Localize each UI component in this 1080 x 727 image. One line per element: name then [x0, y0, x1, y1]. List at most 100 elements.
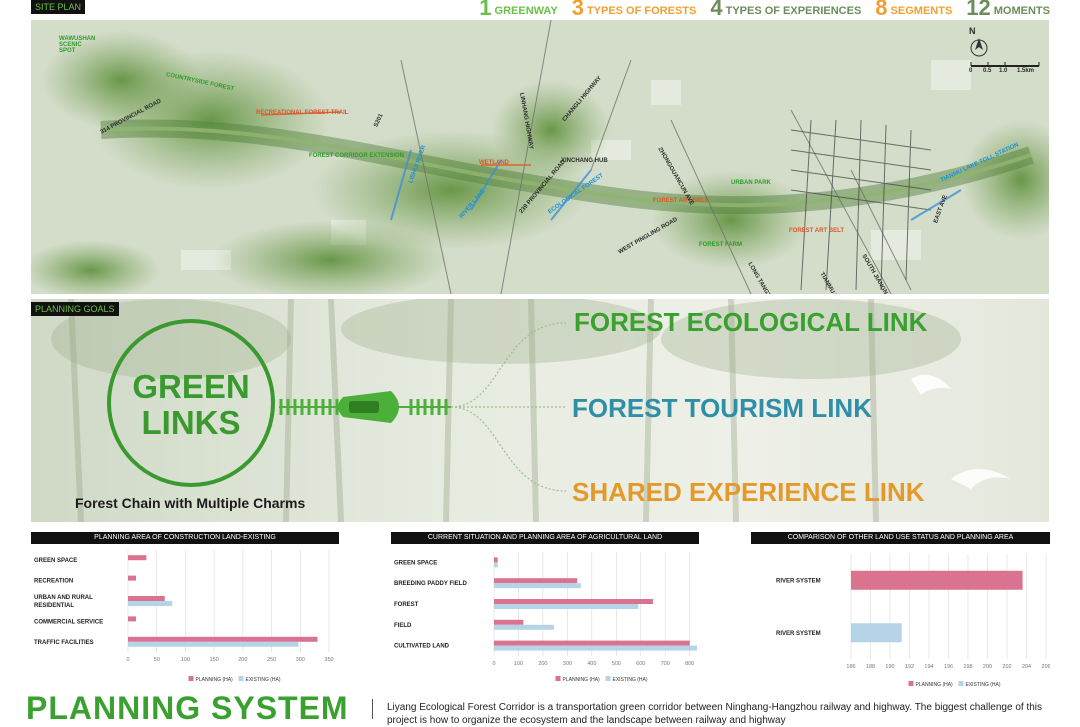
chart-other-land: COMPARISON OF OTHER LAND USE STATUS AND …	[751, 532, 1050, 692]
site-plan-tag: SITE PLAN	[31, 0, 86, 14]
x-tick-label: 206	[1041, 664, 1050, 670]
stat-item: 12 MOMENTS	[966, 0, 1050, 20]
link-shared-experience: SHARED EXPERIENCE LINK	[572, 477, 925, 507]
scale-05: 0.5	[983, 68, 992, 74]
bar-planning	[494, 619, 524, 625]
intro-paragraph: Liyang Ecological Forest Corridor is a t…	[387, 702, 1042, 726]
stat-item: 1 GREENWAY	[479, 0, 558, 20]
stat-text: TYPES OF EXPERIENCES	[725, 5, 862, 17]
map-label-wetland: WETLAND	[479, 160, 509, 166]
planning-goals-panel: PLANNING GOALS GREEN LINKS Forest Chain …	[31, 299, 1049, 522]
x-tick-label: 350	[324, 657, 333, 663]
category-label: RESIDENTIAL	[34, 603, 74, 609]
category-label: COMMERCIAL SERVICE	[34, 619, 103, 625]
stats-bar: 1 GREENWAY 3 TYPES OF FORESTS 4 TYPES OF EXPE…	[479, 0, 1050, 20]
x-tick-label: 800	[685, 661, 694, 667]
bar-existing	[494, 562, 498, 568]
x-tick-label: 0	[126, 657, 129, 663]
planning-goals-tag: PLANNING GOALS	[31, 302, 119, 316]
category-label: FIELD	[394, 623, 412, 629]
bar-planning	[128, 596, 165, 601]
link-forest-ecological: FOREST ECOLOGICAL LINK	[574, 307, 928, 337]
stat-number: 3	[571, 0, 584, 20]
bar-existing	[494, 645, 697, 651]
legend-swatch-planning	[908, 681, 914, 686]
stat-number: 8	[875, 0, 888, 20]
links-text: LINKS	[141, 404, 241, 441]
x-tick-label: 188	[866, 664, 875, 670]
chart-svg: 0 50 100 150 200 250 300 350 GREEN SPACE RECREATI…	[34, 550, 334, 683]
legend-swatch-existing	[238, 676, 244, 681]
x-tick-label: 200	[983, 664, 992, 670]
bar-planning	[128, 575, 137, 581]
legend-existing: EXISTING (HA)	[613, 677, 648, 683]
x-tick-label: 250	[267, 657, 276, 663]
bar-planning	[128, 616, 137, 622]
category-label: RIVER SYSTEM	[776, 578, 821, 584]
chart-svg: 0 100 200 300 400 500 600 700 800 GREEN SPACE BREE…	[394, 552, 697, 683]
x-tick-label: 186	[846, 664, 855, 670]
map-label-urban-park: URBAN PARK	[731, 180, 771, 186]
legend-planning: PLANNING (HA)	[563, 677, 601, 683]
bar-planning	[128, 636, 318, 642]
legend-existing: EXISTING (HA)	[966, 682, 1001, 688]
map-label-forest-ext: FOREST CORRIDOR EXTENSION	[309, 153, 405, 159]
category-label: RIVER SYSTEM	[776, 631, 821, 637]
stat-number: 4	[710, 0, 723, 20]
chart-construction-land: PLANNING AREA OF CONSTRUCTION LAND-EXIST…	[31, 532, 339, 687]
category-label: RECREATION	[34, 579, 73, 585]
scale-15: 1.5km	[1017, 68, 1035, 74]
divider	[372, 699, 373, 719]
stat-number: 12	[966, 0, 991, 20]
legend-existing: EXISTING (HA)	[246, 677, 281, 683]
site-plan-map: N 0 0.5 1.0 1.5km WAWUSHAN SCENIC SPOT 3…	[31, 20, 1049, 294]
bar-planning	[128, 555, 147, 561]
stat-text: SEGMENTS	[890, 5, 953, 17]
bar-planning	[494, 599, 653, 604]
map-label-forest-art: FOREST ART BELT	[653, 198, 708, 204]
category-label: CULTIVATED LAND	[394, 644, 450, 650]
x-tick-label: 196	[944, 664, 953, 670]
zipper-icon	[279, 391, 451, 423]
stat-number: 1	[479, 0, 492, 20]
map-label-xinchang: XINCHANG HUB	[561, 158, 608, 164]
x-tick-label: 198	[963, 664, 972, 670]
bar-planning	[494, 557, 498, 563]
green-text: GREEN	[132, 368, 250, 405]
category-label: FOREST	[394, 602, 419, 608]
map-label-wawushan: WAWUSHAN SCENIC SPOT	[59, 36, 96, 54]
bar-planning	[494, 640, 690, 646]
category-label: GREEN SPACE	[34, 558, 77, 564]
x-tick-label: 400	[587, 661, 596, 667]
x-tick-label: 150	[210, 657, 219, 663]
x-tick-label: 204	[1022, 664, 1031, 670]
bar-existing	[128, 641, 299, 647]
map-label-rec-forest: RECREATIONAL FOREST TRAIL	[256, 110, 349, 116]
legend-swatch-existing	[605, 676, 611, 681]
north-label: N	[969, 26, 976, 36]
x-tick-label: 190	[885, 664, 894, 670]
bar-planning	[494, 578, 578, 584]
bar-planning	[851, 570, 1023, 590]
stat-text: MOMENTS	[993, 5, 1050, 17]
bar-existing	[494, 604, 639, 609]
category-label: TRAFFIC FACILITIES	[34, 640, 94, 646]
stat-item: 8 SEGMENTS	[875, 0, 953, 20]
bar-existing	[128, 601, 173, 606]
stat-text: GREENWAY	[494, 5, 558, 17]
bar-existing	[494, 624, 554, 630]
x-tick-label: 500	[612, 661, 621, 667]
x-tick-label: 600	[636, 661, 645, 667]
category-label: BREEDING PADDY FIELD	[394, 581, 467, 587]
stat-item: 4 TYPES OF EXPERIENCES	[710, 0, 862, 20]
bar-existing	[851, 623, 902, 643]
map-graphic	[31, 20, 1049, 294]
map-label-forest-farm: FOREST FARM	[699, 242, 742, 248]
chart-agricultural-land: CURRENT SITUATION AND PLANNING AREA OF A…	[391, 532, 699, 687]
legend-swatch-planning	[188, 676, 194, 681]
legend-planning: PLANNING (HA)	[916, 682, 954, 688]
x-tick-label: 200	[238, 657, 247, 663]
x-tick-label: 700	[661, 661, 670, 667]
x-tick-label: 100	[514, 661, 523, 667]
x-tick-label: 200	[538, 661, 547, 667]
